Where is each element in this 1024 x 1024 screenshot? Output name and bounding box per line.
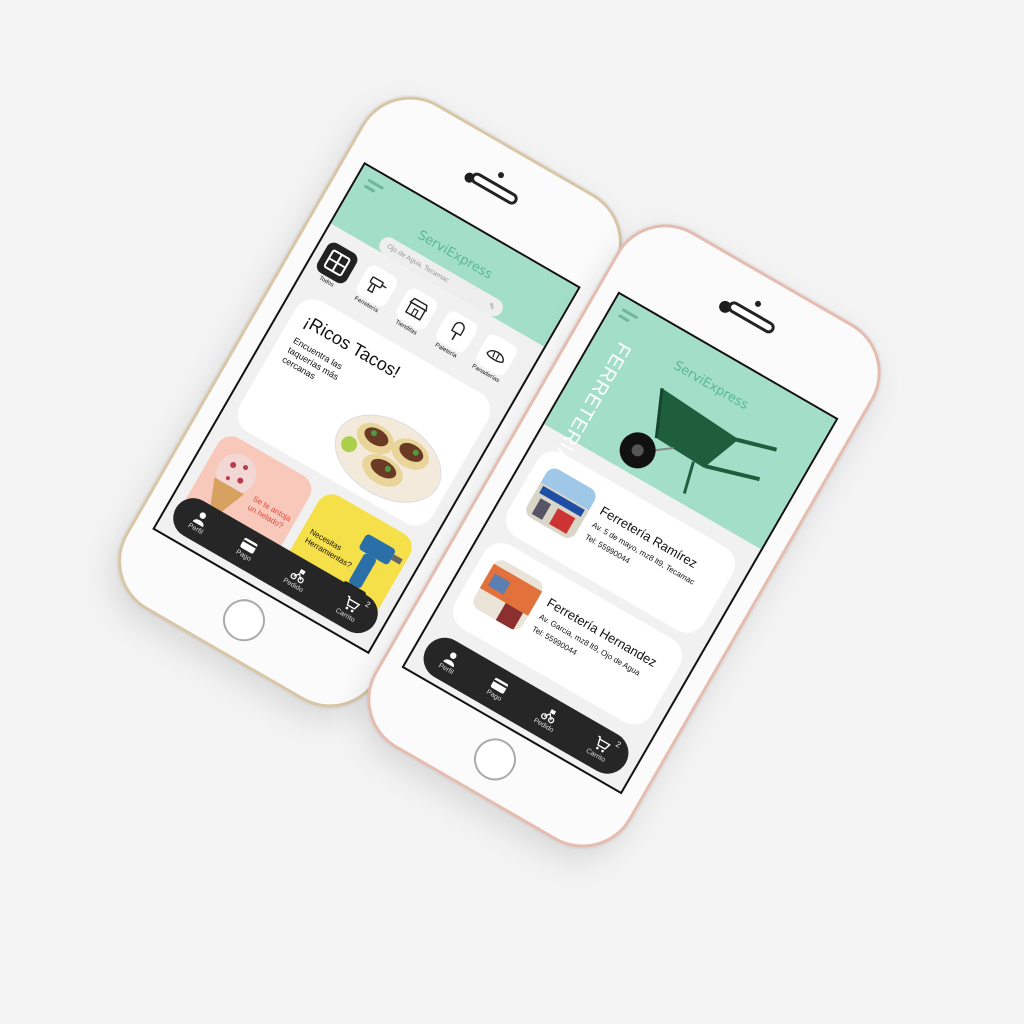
nav-pago[interactable]: Pago [485, 676, 510, 703]
nav-carrito[interactable]: 2 Carrito [585, 733, 623, 764]
proximity-sensor [753, 299, 763, 309]
nav-pedido[interactable]: Pedido [532, 703, 562, 734]
nav-carrito[interactable]: 2 Carrito [334, 593, 372, 623]
nav-pedido[interactable]: Pedido [282, 563, 312, 594]
promo-icecream-text: Se te antoja un helado? [246, 494, 293, 531]
location-pin-icon: ✎ [486, 300, 498, 312]
store-photo [469, 556, 547, 634]
earpiece-speaker [468, 170, 520, 207]
proximity-sensor [496, 171, 506, 180]
nav-pago[interactable]: Pago [235, 536, 260, 562]
cart-count-badge: 2 [363, 599, 373, 610]
home-button[interactable] [215, 591, 273, 649]
earpiece-speaker [725, 299, 777, 336]
nav-perfil[interactable]: Perfil [187, 508, 212, 536]
home-button[interactable] [466, 730, 524, 789]
store-photo [522, 464, 600, 542]
cart-count-badge: 2 [614, 739, 623, 750]
category-panaderias[interactable]: Panaderías [468, 331, 522, 386]
nav-perfil[interactable]: Perfil [437, 648, 462, 676]
